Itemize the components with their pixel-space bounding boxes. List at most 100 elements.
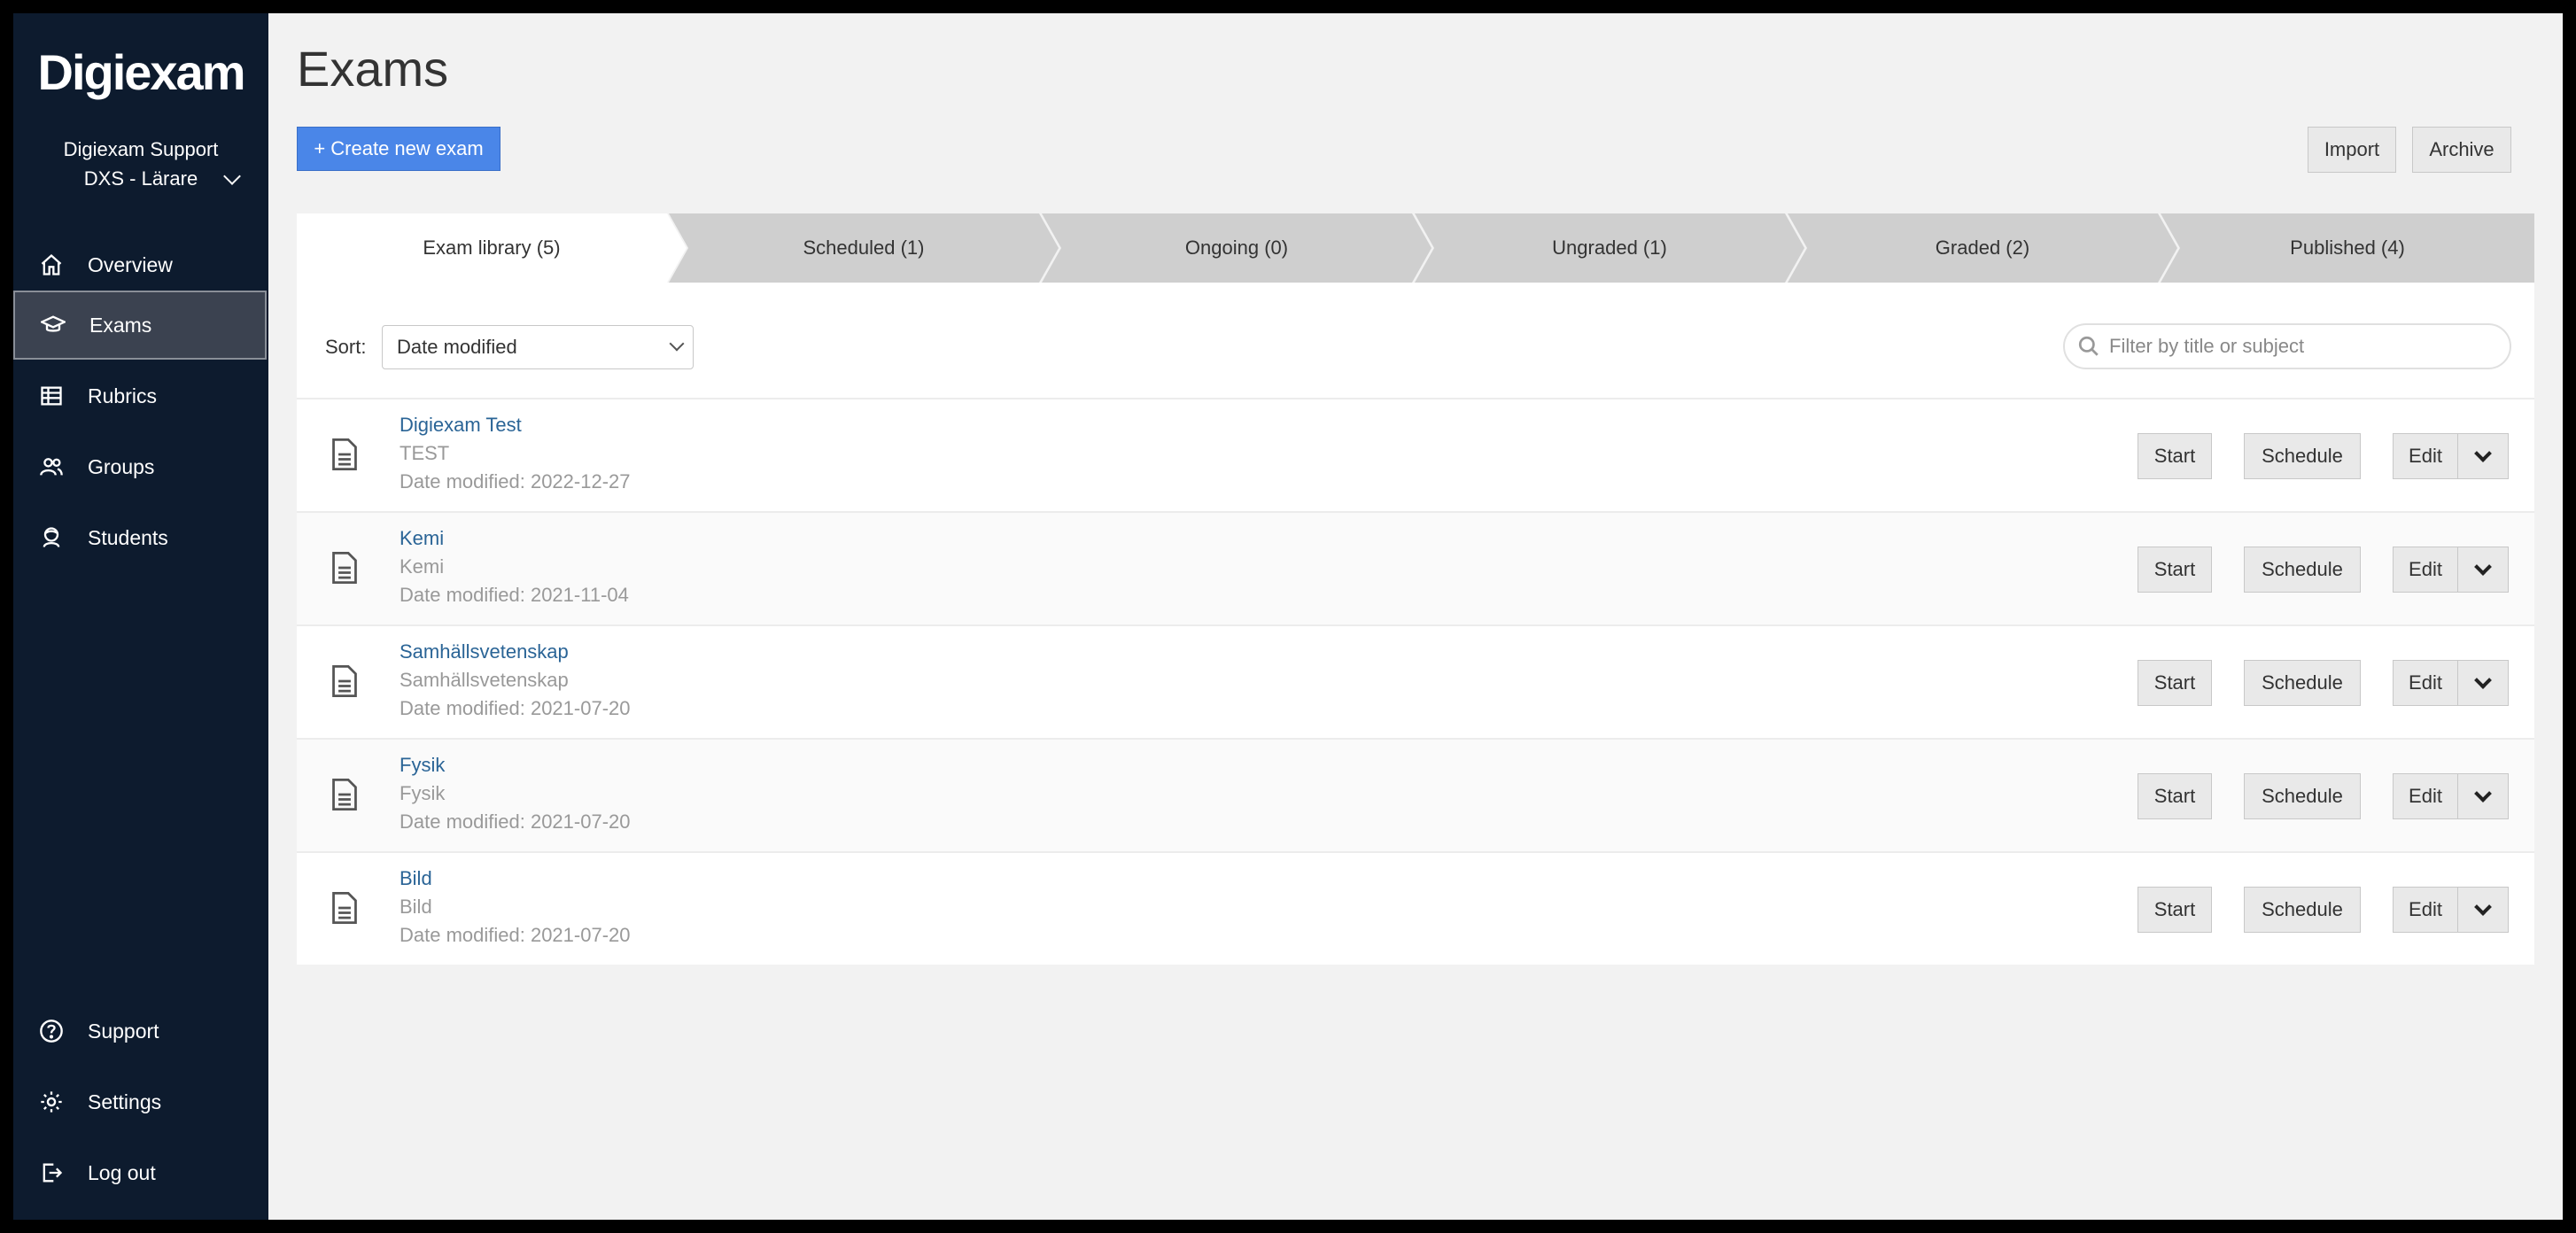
tab-label: Ungraded (1)	[1552, 237, 1667, 259]
exam-row: Kemi Kemi Date modified: 2021-11-04 Star…	[297, 511, 2534, 624]
exam-title-link[interactable]: Digiexam Test	[400, 414, 522, 437]
filter-placeholder: Filter by title or subject	[2109, 335, 2305, 357]
exam-title-link[interactable]: Samhällsvetenskap	[400, 640, 569, 663]
exam-date: Date modified: 2021-07-20	[400, 810, 631, 833]
tab-label: Published (4)	[2290, 237, 2405, 259]
exam-row: Fysik Fysik Date modified: 2021-07-20 St…	[297, 738, 2534, 851]
graduation-cap-icon	[40, 312, 66, 338]
exam-subject: Kemi	[400, 555, 445, 578]
document-icon	[332, 552, 357, 584]
sidebar-item-label: Rubrics	[88, 384, 157, 407]
more-actions-button[interactable]	[2457, 660, 2509, 706]
more-actions-button[interactable]	[2457, 773, 2509, 819]
exam-date: Date modified: 2021-07-20	[400, 697, 631, 719]
exam-library-panel: Sort: Date modified Filter by title or s…	[297, 283, 2534, 965]
sidebar-item-exams[interactable]: Exams	[13, 291, 267, 360]
sidebar-item-rubrics[interactable]: Rubrics	[13, 361, 267, 430]
chevron-down-icon	[2474, 445, 2492, 462]
chevron-down-icon	[2474, 785, 2492, 803]
sidebar: Digiexam Digiexam Support DXS - Lärare O…	[13, 13, 268, 1220]
tab-published[interactable]: Published (4)	[2161, 213, 2534, 283]
edit-button[interactable]: Edit	[2393, 547, 2458, 593]
schedule-button[interactable]: Schedule	[2244, 660, 2361, 706]
exam-title-link[interactable]: Bild	[400, 867, 432, 890]
document-icon	[332, 779, 357, 810]
tab-graded[interactable]: Graded (2)	[1788, 213, 2177, 283]
document-icon	[332, 892, 357, 924]
tab-exam-library[interactable]: Exam library (5)	[297, 213, 687, 283]
more-actions-button[interactable]	[2457, 887, 2509, 933]
tab-ongoing[interactable]: Ongoing (0)	[1042, 213, 1432, 283]
logout-icon	[38, 1159, 65, 1186]
edit-button[interactable]: Edit	[2393, 773, 2458, 819]
schedule-button[interactable]: Schedule	[2244, 887, 2361, 933]
start-button[interactable]: Start	[2138, 887, 2212, 933]
more-actions-button[interactable]	[2457, 547, 2509, 593]
account-switcher[interactable]: Digiexam Support DXS - Lärare	[13, 135, 268, 193]
exam-row: Bild Bild Date modified: 2021-07-20 Star…	[297, 851, 2534, 965]
edit-button[interactable]: Edit	[2393, 660, 2458, 706]
exam-title-link[interactable]: Fysik	[400, 754, 445, 777]
question-icon	[38, 1018, 65, 1044]
sidebar-item-label: Exams	[89, 313, 152, 337]
sidebar-item-label: Support	[88, 1019, 159, 1043]
import-button[interactable]: Import	[2308, 127, 2396, 173]
schedule-button[interactable]: Schedule	[2244, 773, 2361, 819]
app-window: Digiexam Digiexam Support DXS - Lärare O…	[13, 13, 2563, 1220]
gear-icon	[38, 1089, 65, 1115]
sidebar-item-label: Log out	[88, 1160, 156, 1184]
sidebar-item-overview[interactable]: Overview	[13, 230, 267, 299]
tab-label: Graded (2)	[1935, 237, 2030, 259]
sort-label: Sort:	[325, 336, 367, 358]
student-icon	[38, 524, 65, 551]
schedule-button[interactable]: Schedule	[2244, 547, 2361, 593]
exam-tabs: Exam library (5) Scheduled (1) Ongoing (…	[297, 213, 2534, 283]
exam-row: Digiexam Test TEST Date modified: 2022-1…	[297, 398, 2534, 511]
exam-row: Samhällsvetenskap Samhällsvetenskap Date…	[297, 624, 2534, 738]
tab-scheduled[interactable]: Scheduled (1)	[669, 213, 1059, 283]
sidebar-item-label: Groups	[88, 454, 155, 478]
sidebar-item-support[interactable]: Support	[13, 996, 267, 1066]
schedule-button[interactable]: Schedule	[2244, 433, 2361, 479]
main-content: Exams + Create new exam Import Archive E…	[268, 13, 2563, 1220]
search-icon	[2078, 336, 2099, 356]
sidebar-item-settings[interactable]: Settings	[13, 1067, 267, 1136]
chevron-down-icon	[2474, 671, 2492, 689]
start-button[interactable]: Start	[2138, 660, 2212, 706]
tab-label: Ongoing (0)	[1184, 237, 1289, 259]
page-title: Exams	[297, 41, 449, 97]
tab-label: Exam library (5)	[423, 237, 561, 259]
sidebar-item-label: Students	[88, 525, 168, 549]
exam-date: Date modified: 2021-11-04	[400, 584, 629, 606]
start-button[interactable]: Start	[2138, 433, 2212, 479]
sidebar-item-logout[interactable]: Log out	[13, 1138, 267, 1207]
logo: Digiexam	[37, 44, 246, 100]
exam-subject: TEST	[400, 442, 450, 464]
sidebar-item-label: Overview	[88, 252, 173, 276]
sidebar-item-groups[interactable]: Groups	[13, 432, 267, 501]
account-name: Digiexam Support	[63, 138, 219, 160]
chevron-down-icon	[2474, 898, 2492, 916]
edit-button[interactable]: Edit	[2393, 433, 2458, 479]
table-icon	[38, 383, 65, 409]
filter-input[interactable]: Filter by title or subject	[2063, 323, 2511, 369]
tab-label: Scheduled (1)	[803, 237, 925, 259]
start-button[interactable]: Start	[2138, 547, 2212, 593]
sort-select[interactable]: Date modified	[382, 325, 694, 369]
edit-button[interactable]: Edit	[2393, 887, 2458, 933]
exam-date: Date modified: 2021-07-20	[400, 924, 631, 946]
sidebar-item-students[interactable]: Students	[13, 503, 267, 572]
sort-value: Date modified	[397, 336, 517, 358]
create-exam-button[interactable]: + Create new exam	[297, 127, 500, 171]
sidebar-item-label: Settings	[88, 1090, 162, 1113]
start-button[interactable]: Start	[2138, 773, 2212, 819]
chevron-down-icon	[669, 336, 685, 352]
archive-button[interactable]: Archive	[2412, 127, 2511, 173]
more-actions-button[interactable]	[2457, 433, 2509, 479]
home-icon	[38, 252, 65, 278]
exam-title-link[interactable]: Kemi	[400, 527, 444, 550]
exam-subject: Bild	[400, 896, 432, 918]
chevron-down-icon	[2474, 558, 2492, 576]
tab-ungraded[interactable]: Ungraded (1)	[1415, 213, 1804, 283]
document-icon	[332, 438, 357, 470]
